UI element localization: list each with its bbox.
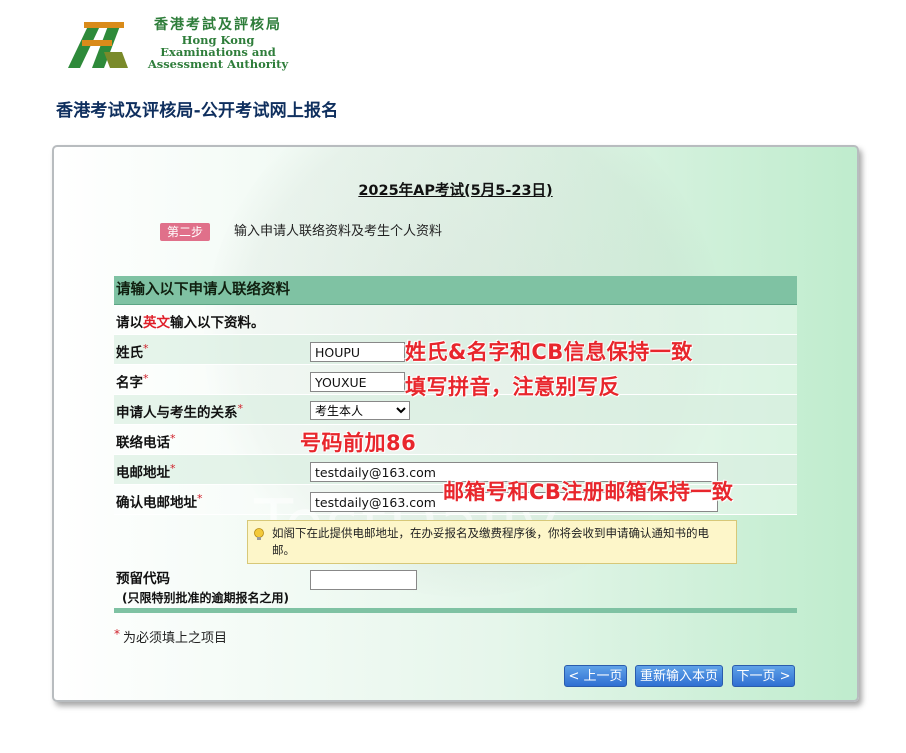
form-panel: TestDaily 2025年AP考试(5月5-23日) 第二步 输入申请人联络…	[52, 145, 859, 702]
form-footer-bar	[114, 608, 797, 613]
page-title: 香港考试及评核局-公开考试网上报名	[56, 101, 339, 121]
reset-page-button[interactable]: 重新输入本页	[635, 665, 723, 687]
required-star: *	[143, 372, 149, 385]
logo-english-line-3: Assessment Authority	[147, 57, 289, 71]
relationship-label-text: 申请人与考生的关系	[116, 405, 238, 421]
instruction-prefix: 请以	[116, 315, 143, 331]
confirm-email-label-text: 确认电邮地址	[116, 495, 197, 511]
prev-page-button[interactable]: < 上一页	[564, 665, 627, 687]
required-star: *	[170, 432, 176, 445]
instruction-suffix: 输入以下资料。	[170, 315, 265, 331]
surname-label-text: 姓氏	[116, 345, 143, 361]
annotation-name-consistency: 姓氏&名字和CB信息保持一致	[405, 340, 693, 364]
exam-title: 2025年AP考试(5月5-23日)	[358, 183, 553, 199]
phone-row: 联络电话*	[114, 425, 797, 455]
relationship-select[interactable]: 考生本人	[310, 401, 410, 420]
reserve-code-label: 预留代码	[116, 571, 170, 587]
required-note-text: 为必须填上之项目	[123, 631, 228, 646]
next-page-button[interactable]: 下一页 >	[732, 665, 795, 687]
lightbulb-icon	[254, 528, 264, 540]
surname-label: 姓氏*	[116, 341, 149, 361]
surname-input[interactable]	[310, 342, 405, 362]
given-name-label-text: 名字	[116, 375, 143, 391]
instruction-text: 请以英文输入以下资料。	[116, 311, 265, 331]
required-star: *	[170, 462, 176, 475]
email-label: 电邮地址*	[116, 461, 176, 481]
phone-label: 联络电话*	[116, 431, 176, 451]
email-hint-text: 如阁下在此提供电邮地址，在办妥报名及缴费程序後，你将会收到申请确认通知书的电邮。	[272, 526, 709, 557]
required-star: *	[197, 492, 203, 505]
step-badge: 第二步	[160, 223, 210, 241]
hkeaa-emblem-icon	[68, 22, 128, 68]
relationship-label: 申请人与考生的关系*	[116, 401, 243, 421]
phone-label-text: 联络电话	[116, 435, 170, 451]
logo-chinese-name: 香港考試及評核局	[154, 17, 282, 33]
form-header: 请输入以下申请人联络资料	[114, 276, 797, 305]
required-star: *	[114, 627, 120, 641]
given-name-input[interactable]	[310, 372, 405, 392]
given-name-label: 名字*	[116, 371, 149, 391]
reserve-code-note: (只限特别批准的逾期报名之用)	[122, 591, 289, 605]
annotation-phone-prefix: 号码前加86	[300, 431, 417, 455]
required-star: *	[143, 342, 149, 355]
instruction-row: 请以英文输入以下资料。	[114, 305, 797, 335]
instruction-highlight: 英文	[143, 315, 170, 331]
step-description: 输入申请人联络资料及考生个人资料	[234, 224, 443, 239]
email-hint-box: 如阁下在此提供电邮地址，在办妥报名及缴费程序後，你将会收到申请确认通知书的电邮。	[247, 520, 737, 564]
reserve-code-input[interactable]	[310, 570, 417, 590]
annotation-pinyin: 填写拼音，注意别写反	[405, 375, 620, 399]
reserve-code-row: 预留代码 (只限特别批准的逾期报名之用)	[114, 565, 797, 609]
required-note: * 为必须填上之项目	[114, 627, 227, 646]
hkeaa-logo: 香港考試及評核局 Hong Kong Examinations and Asse…	[64, 16, 294, 76]
annotation-email-consistency: 邮箱号和CB注册邮箱保持一致	[443, 480, 734, 504]
confirm-email-label: 确认电邮地址*	[116, 491, 203, 511]
email-label-text: 电邮地址	[116, 465, 170, 481]
required-star: *	[237, 402, 244, 415]
